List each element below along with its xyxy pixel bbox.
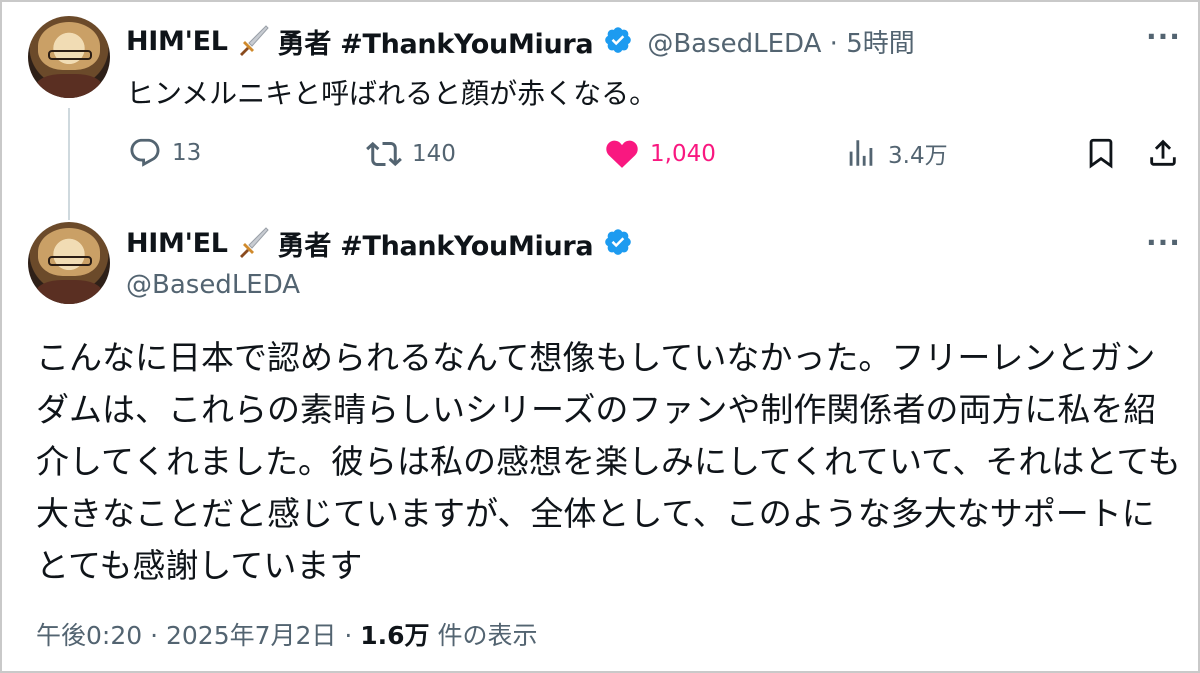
post-time[interactable]: 5時間 <box>846 29 915 59</box>
avatar[interactable] <box>28 222 110 304</box>
display-name[interactable]: HIM'EL <box>126 26 228 57</box>
tweet-timestamp: 午後0:20 · 2025年7月2日 · 1.6万 件の表示 <box>36 616 538 652</box>
display-name-title[interactable]: 勇者 #ThankYouMiura <box>278 22 594 61</box>
retweet-icon <box>366 136 402 172</box>
dagger-emoji-icon <box>236 23 270 61</box>
reply-count: 13 <box>172 140 202 166</box>
reply-icon <box>128 136 162 170</box>
verified-badge-icon <box>603 227 633 261</box>
like-icon <box>604 136 640 172</box>
views-button[interactable]: 3.4万 <box>844 136 948 170</box>
views-count: 3.4万 <box>888 143 948 169</box>
display-name-title[interactable]: 勇者 #ThankYouMiura <box>278 224 594 263</box>
share-button[interactable] <box>1146 136 1180 170</box>
handle[interactable]: @BasedLEDA · 5時間 <box>647 23 914 60</box>
avatar[interactable] <box>28 16 110 98</box>
views-label: 件の表示 <box>429 621 538 650</box>
tweet1-header: HIM'EL 勇者 #ThankYouMiura @BasedLEDA · 5時… <box>126 22 915 61</box>
display-name[interactable]: HIM'EL <box>126 228 228 259</box>
like-button[interactable]: 1,040 <box>604 136 716 172</box>
tweet-text: ヒンメルニキと呼ばれると顔が赤くなる。 <box>126 77 658 110</box>
dagger-emoji-icon <box>236 225 270 263</box>
verified-badge-icon <box>603 25 633 59</box>
tweet2-header: HIM'EL 勇者 #ThankYouMiura <box>126 224 633 263</box>
post-datetime[interactable]: 午後0:20 · 2025年7月2日 · <box>36 621 360 650</box>
bookmark-icon <box>1084 136 1118 170</box>
bookmark-button[interactable] <box>1084 136 1118 170</box>
share-icon <box>1146 136 1180 170</box>
handle[interactable]: @BasedLEDA <box>126 270 300 300</box>
retweet-count: 140 <box>412 141 456 167</box>
more-icon[interactable]: ··· <box>1146 20 1181 53</box>
retweet-button[interactable]: 140 <box>366 136 456 172</box>
views-total: 1.6万 <box>360 621 430 650</box>
views-icon <box>844 136 878 170</box>
like-count: 1,040 <box>650 141 716 167</box>
tweet-text: こんなに日本で認められるなんて想像もしていなかった。フリーレンとガンダムは、これ… <box>36 338 1181 585</box>
more-icon[interactable]: ··· <box>1146 226 1181 259</box>
thread-connector <box>68 108 70 220</box>
reply-button[interactable]: 13 <box>128 136 201 170</box>
